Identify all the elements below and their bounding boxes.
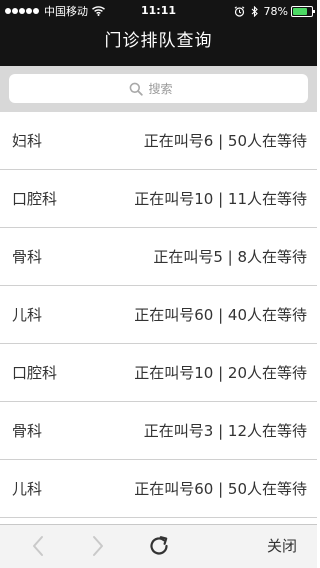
status-right: 78% bbox=[234, 3, 315, 19]
bluetooth-icon bbox=[251, 5, 258, 17]
status-bar: 中国移动 11:11 78% bbox=[0, 0, 317, 22]
department-name: 儿科 bbox=[12, 306, 43, 324]
list-item[interactable]: 儿科 正在叫号60 | 50人在等待 bbox=[0, 460, 317, 518]
department-queue-list: 妇科 正在叫号6 | 50人在等待 口腔科 正在叫号10 | 11人在等待 骨科… bbox=[0, 112, 317, 518]
browser-toolbar: 关闭 bbox=[0, 524, 317, 568]
battery-percent: 78% bbox=[263, 4, 288, 18]
refresh-button[interactable] bbox=[147, 534, 171, 558]
chevron-left-icon bbox=[33, 536, 43, 556]
list-item[interactable]: 骨科 正在叫号5 | 8人在等待 bbox=[0, 228, 317, 286]
close-button[interactable]: 关闭 bbox=[267, 525, 297, 567]
department-name: 儿科 bbox=[12, 480, 43, 498]
queue-status: 正在叫号6 | 50人在等待 bbox=[143, 132, 307, 150]
queue-status: 正在叫号10 | 20人在等待 bbox=[134, 364, 307, 382]
queue-status: 正在叫号5 | 8人在等待 bbox=[153, 248, 307, 266]
chevron-right-icon bbox=[93, 536, 103, 556]
department-name: 骨科 bbox=[12, 248, 43, 266]
battery-level-fill bbox=[293, 7, 308, 15]
department-name: 骨科 bbox=[12, 422, 43, 440]
queue-status: 正在叫号60 | 40人在等待 bbox=[134, 306, 307, 324]
department-name: 口腔科 bbox=[12, 190, 58, 208]
battery-cap bbox=[313, 9, 315, 13]
battery-icon bbox=[291, 5, 315, 17]
search-input[interactable] bbox=[148, 81, 189, 96]
queue-status: 正在叫号10 | 11人在等待 bbox=[134, 190, 307, 208]
list-item[interactable]: 口腔科 正在叫号10 | 11人在等待 bbox=[0, 170, 317, 228]
queue-status: 正在叫号3 | 12人在等待 bbox=[143, 422, 307, 440]
page-title: 门诊排队查询 bbox=[104, 31, 213, 51]
search-icon bbox=[129, 82, 143, 96]
forward-button[interactable] bbox=[86, 534, 110, 558]
search-bar bbox=[0, 66, 317, 112]
list-item[interactable]: 妇科 正在叫号6 | 50人在等待 bbox=[0, 112, 317, 170]
list-item[interactable]: 骨科 正在叫号3 | 12人在等待 bbox=[0, 402, 317, 460]
app-header: 中国移动 11:11 78% 门诊排队查询 bbox=[0, 0, 317, 66]
department-name: 妇科 bbox=[12, 132, 43, 150]
list-item[interactable]: 口腔科 正在叫号10 | 20人在等待 bbox=[0, 344, 317, 402]
back-button[interactable] bbox=[26, 534, 50, 558]
list-item[interactable]: 儿科 正在叫号60 | 40人在等待 bbox=[0, 286, 317, 344]
refresh-icon bbox=[150, 536, 168, 555]
department-name: 口腔科 bbox=[12, 364, 58, 382]
alarm-icon bbox=[234, 5, 244, 17]
search-box[interactable] bbox=[9, 74, 308, 103]
queue-status: 正在叫号60 | 50人在等待 bbox=[134, 480, 307, 498]
